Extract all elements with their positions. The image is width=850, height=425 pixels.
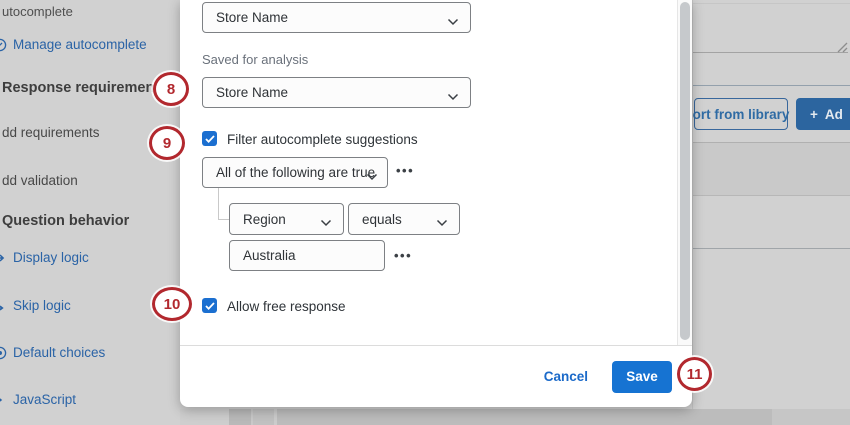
target-circle-icon xyxy=(0,346,7,360)
import-from-library-label: ort from library xyxy=(693,107,790,122)
sidebar-heading-response-requirements: Response requirements xyxy=(2,80,167,96)
condition-value-input[interactable]: Australia xyxy=(229,240,385,271)
sidebar-cut-label: utocomplete xyxy=(2,4,73,19)
sidebar-item-add-validation[interactable]: dd validation xyxy=(2,173,78,188)
sidebar-heading-question-behavior: Question behavior xyxy=(2,213,129,229)
plus-icon: + xyxy=(810,107,818,122)
add-button[interactable]: + Ad xyxy=(796,98,850,130)
sidebar-item-label: Display logic xyxy=(13,250,89,265)
chevron-down-icon xyxy=(320,215,332,230)
sidebar-item-manage-autocomplete[interactable]: Manage autocomplete xyxy=(13,37,147,52)
cancel-button[interactable]: Cancel xyxy=(544,369,588,384)
chevron-right-icon xyxy=(0,393,7,407)
pencil-circle-icon xyxy=(0,38,7,52)
sidebar-item-default-choices[interactable]: Default choices xyxy=(13,345,105,360)
input-value: Australia xyxy=(243,248,296,263)
skip-arrow-icon xyxy=(0,298,7,312)
backdrop-line xyxy=(693,3,850,4)
branch-arrow-icon xyxy=(0,251,7,265)
modal-scrollbar-thumb[interactable] xyxy=(680,2,690,340)
resize-grip-icon xyxy=(835,40,848,52)
annotation-step-9: 9 xyxy=(149,126,185,160)
sidebar-item-skip-logic[interactable]: Skip logic xyxy=(13,298,71,313)
backdrop-section-divider xyxy=(693,85,850,86)
sidebar-item-label: JavaScript xyxy=(13,392,76,407)
dropdown-value: equals xyxy=(362,212,402,227)
dropdown-value: All of the following are true xyxy=(216,165,375,180)
check-icon xyxy=(205,135,215,143)
saved-for-analysis-dropdown[interactable]: Store Name xyxy=(202,77,471,108)
filter-suggestions-checkbox[interactable] xyxy=(202,131,217,146)
sidebar-item-add-requirements[interactable]: dd requirements xyxy=(2,125,100,140)
dropdown-value: Store Name xyxy=(216,85,288,100)
chevron-down-icon xyxy=(447,89,459,104)
dropdown-value: Region xyxy=(243,212,286,227)
condition-mode-dropdown[interactable]: All of the following are true xyxy=(202,157,388,188)
condition-field-dropdown[interactable]: Region xyxy=(229,203,344,235)
dropdown-value: Store Name xyxy=(216,10,288,25)
screen: utocomplete Manage autocomplete Response… xyxy=(0,0,850,425)
filter-suggestions-label: Filter autocomplete suggestions xyxy=(227,132,418,147)
annotation-step-8: 8 xyxy=(153,72,189,106)
save-button[interactable]: Save xyxy=(612,361,672,393)
autocomplete-list-dropdown[interactable]: Store Name xyxy=(202,2,471,33)
autocomplete-settings-modal: Store Name Saved for analysis Store Name… xyxy=(180,0,692,407)
condition-connector-line xyxy=(218,188,219,219)
modal-scrollbar[interactable] xyxy=(677,0,692,345)
backdrop-line xyxy=(693,195,850,196)
condition-row-menu-icon[interactable]: ••• xyxy=(394,248,412,263)
sidebar-item-label: Skip logic xyxy=(13,298,71,313)
backdrop-line xyxy=(693,248,850,249)
condition-group-menu-icon[interactable]: ••• xyxy=(396,163,414,178)
annotation-step-11: 11 xyxy=(677,357,712,391)
chevron-down-icon xyxy=(447,14,459,29)
annotation-step-10: 10 xyxy=(152,287,192,321)
condition-connector-line xyxy=(218,219,229,220)
sidebar-item-display-logic[interactable]: Display logic xyxy=(13,250,89,265)
sidebar-item-label: Default choices xyxy=(13,345,105,360)
backdrop-textarea-border xyxy=(693,52,848,53)
import-from-library-button[interactable]: ort from library xyxy=(694,98,788,130)
sidebar-item-javascript[interactable]: JavaScript xyxy=(13,392,76,407)
check-icon xyxy=(205,302,215,310)
modal-footer: Cancel Save xyxy=(180,345,692,407)
backdrop-toolbar-band xyxy=(180,409,850,425)
chevron-down-icon xyxy=(366,169,378,184)
saved-for-analysis-label: Saved for analysis xyxy=(202,52,308,67)
backdrop-row xyxy=(693,143,850,195)
sidebar-item-label: Manage autocomplete xyxy=(13,37,147,52)
chevron-down-icon xyxy=(436,215,448,230)
allow-free-response-checkbox[interactable] xyxy=(202,298,217,313)
allow-free-response-label: Allow free response xyxy=(227,299,346,314)
condition-operator-dropdown[interactable]: equals xyxy=(348,203,460,235)
add-button-label: Ad xyxy=(825,107,843,122)
